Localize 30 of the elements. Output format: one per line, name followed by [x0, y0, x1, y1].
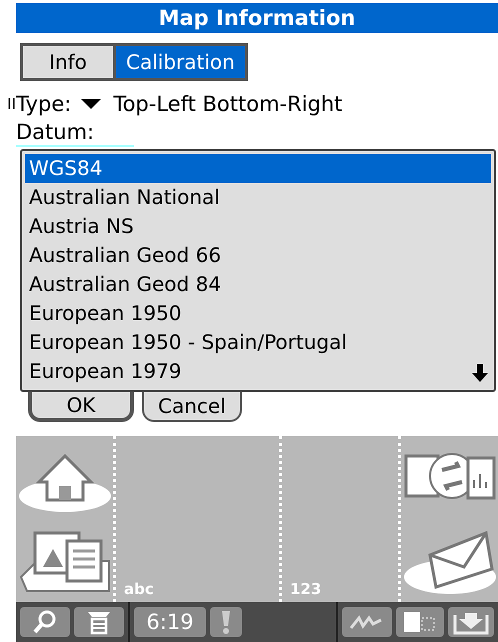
exclamation-icon — [220, 609, 232, 635]
list-item[interactable]: Austria NS — [25, 212, 491, 241]
clipped-text: II — [6, 95, 16, 113]
menu-icon — [86, 609, 112, 635]
window-title: Map Information — [16, 3, 498, 33]
tab[interactable]: Info — [23, 46, 113, 78]
dropdown-arrow-icon[interactable] — [81, 99, 102, 109]
signature-button[interactable] — [342, 607, 392, 637]
tab[interactable]: Calibration — [116, 46, 245, 78]
search-button[interactable] — [20, 607, 70, 637]
letters-label: abc — [124, 580, 154, 598]
download-button[interactable] — [448, 607, 494, 637]
list-item[interactable]: European 1950 - Spain/Portugal — [25, 328, 491, 357]
menu-button[interactable] — [74, 607, 124, 637]
alert-button[interactable] — [210, 607, 242, 637]
cancel-button[interactable]: Cancel — [142, 392, 242, 422]
list-item[interactable]: Australian National — [25, 183, 491, 212]
numbers-label: 123 — [290, 580, 322, 598]
ok-button[interactable]: OK — [28, 392, 134, 422]
list-item[interactable]: WGS84 — [25, 154, 491, 183]
list-item[interactable]: European 1950 — [25, 299, 491, 328]
datum-label: Datum: — [16, 119, 134, 147]
type-label: Type: — [16, 92, 72, 116]
list-item[interactable]: Australian Geod 66 — [25, 241, 491, 270]
list-item[interactable]: Australian Geod 84 — [25, 270, 491, 299]
type-value[interactable]: Top-Left Bottom-Right — [113, 92, 342, 116]
display-button[interactable] — [396, 607, 444, 637]
list-item[interactable]: European 1979 — [25, 357, 491, 386]
search-icon — [32, 609, 58, 635]
scroll-down-arrow-icon[interactable] — [472, 364, 488, 382]
